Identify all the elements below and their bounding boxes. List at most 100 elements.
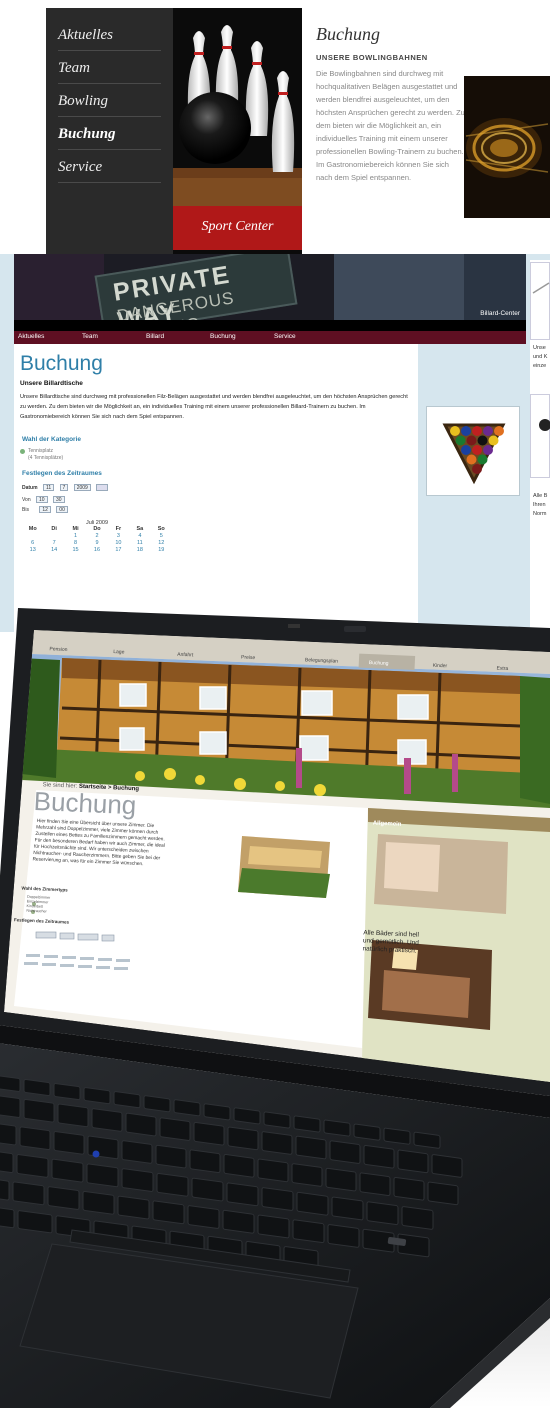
laptop-tab-kinder[interactable]: Kinder [433,663,448,670]
laptop-tab-preise[interactable]: Preise [241,654,256,661]
billard-nav-service[interactable]: Service [274,333,296,340]
calendar-day[interactable]: 3 [108,533,129,540]
from-hour-select[interactable]: 10 [36,496,48,503]
to-hour-select[interactable]: 12 [39,506,51,513]
keyboard-key [159,1117,191,1141]
date-year-select[interactable]: 2009 [73,484,91,491]
billiard-ball [466,454,477,465]
calendar-day[interactable]: 12 [151,540,172,547]
section-body: Die Bowlingbahnen sind durchweg mit hoch… [316,69,465,182]
bowling-lane-photo [464,76,550,218]
sidebar-text-line: Ihren [533,502,546,508]
laptop-page-title: Buchung [33,786,137,820]
section-subtitle: UNSERE BOWLINGBAHNEN [316,53,428,62]
keyboard-key [431,1154,463,1178]
calendar-weekday: So [157,526,165,532]
laptop-tab-lage[interactable]: Lage [113,649,125,655]
bowling-nav-service[interactable]: Service [58,150,161,183]
keyboard-key [82,1190,115,1215]
category-radio[interactable] [20,449,25,454]
keyboard-key [223,1154,255,1178]
sidebar-text-line: Unse [533,345,546,351]
keyboard-key [261,1187,294,1211]
billiard-ball [472,464,482,474]
calendar-button[interactable] [96,484,109,491]
laptop-tab-extra[interactable]: Extra [496,666,508,673]
sidebar-text-1: Unse und K einze [533,344,550,371]
laptop-tab-anfahrt[interactable]: Anfahrt [177,652,194,659]
calendar-weekday: Sa [136,526,144,532]
calendar-day[interactable]: 15 [65,547,86,554]
calendar-day[interactable]: 13 [22,547,43,554]
bowling-nav-aktuelles[interactable]: Aktuelles [58,18,161,51]
keyboard-key [0,1149,14,1174]
category-option: Tennisplatz (4 Tennisplätze) [28,448,63,462]
calendar-day[interactable]: 6 [22,540,43,547]
billard-nav-buchung[interactable]: Buchung [210,333,236,340]
keyboard-key [325,1167,357,1192]
from-minute-select[interactable]: 30 [52,496,65,503]
calendar-day[interactable]: 2 [86,533,107,540]
bowling-site-screenshot: Aktuelles Team Bowling Buchung Service S… [46,8,550,254]
billiard-ball [494,426,504,436]
calendar-day[interactable]: 5 [151,533,172,540]
keyboard-key [193,1121,225,1146]
calendar-day[interactable]: 17 [108,547,129,554]
billard-nav-billard[interactable]: Billard [146,333,164,340]
calendar-day[interactable]: 10 [108,540,129,547]
keyboard-key [16,1154,49,1178]
date-day-select[interactable]: 11 [42,484,55,491]
keyboard-key [261,1131,293,1155]
keyboard-key [397,1149,429,1174]
bowling-nav-bowling[interactable]: Bowling [58,84,161,117]
billard-header-banner: PRIVATE WAY DANGEROUS PASSING Billard-Ce… [14,254,526,320]
billiard-ball [477,435,488,446]
billard-top-nav: Aktuelles Team Billard Buchung Service [14,331,526,344]
calendar-day[interactable]: 19 [151,547,172,554]
laptop-tab-buchung[interactable]: Buchung [369,660,389,667]
keyboard-key [329,1140,361,1164]
date-label: Datum [22,484,38,491]
calendar-day[interactable]: 8 [65,540,86,547]
billard-nav-team[interactable]: Team [82,333,98,340]
billiard-ball [461,426,471,436]
calendar-weekday: Fr [115,526,122,532]
bowling-nav-buchung[interactable]: Buchung [58,117,161,150]
keyboard-key [125,1112,157,1137]
page-title: Buchung [20,352,103,375]
keyboard-key [222,1209,255,1234]
billiard-ball [477,454,488,465]
laptop-sidebar-text-1: Alle Bäder sind hellund gemütlich. Undna… [362,929,419,954]
category-heading: Wahl der Kategorie [22,436,81,443]
keyboard-key [296,1191,329,1216]
calendar-weekday: Mo [28,526,37,532]
bowling-nav-team[interactable]: Team [58,51,161,84]
calendar-day[interactable]: 9 [86,540,107,547]
calendar-day[interactable]: 1 [65,533,86,540]
billiard-ball [472,445,482,455]
keyboard-key [191,1177,224,1202]
laptop-device: Pension Lage Anfahrt Preise Belegungsplan Buc… [0,598,550,1408]
calendar-day[interactable]: 14 [43,547,64,554]
keyboard-key [292,1219,325,1244]
keyboard-key [189,1149,221,1173]
calendar-day[interactable]: 11 [129,540,150,547]
billard-nav-aktuelles[interactable]: Aktuelles [18,333,44,340]
brand-label: Billard-Center [480,310,520,317]
keyboard-key [363,1144,395,1169]
sport-center-button[interactable]: Sport Center [173,206,302,250]
keyboard-key [121,1140,153,1164]
to-minute-select[interactable]: 00 [56,506,68,513]
date-row: Datum 11 7 2009 [22,484,109,491]
date-month-select[interactable]: 7 [59,484,69,491]
calendar-day[interactable]: 4 [129,533,150,540]
calendar-day[interactable]: 18 [129,547,150,554]
category-option-label: Tennisplatz [28,448,54,454]
keyboard-key [51,1158,84,1183]
booking-calendar: Juli 2009 Mo Di Mi Do Fr Sa So 1 2 3 4 5 6 7 8 9 10 11 12 1… [22,520,172,554]
calendar-day[interactable]: 7 [43,540,64,547]
keyboard-key [117,1195,150,1220]
calendar-day[interactable]: 16 [86,547,107,554]
keyboard-key [57,1103,89,1128]
laptop-tab-pension[interactable]: Pension [49,646,68,653]
